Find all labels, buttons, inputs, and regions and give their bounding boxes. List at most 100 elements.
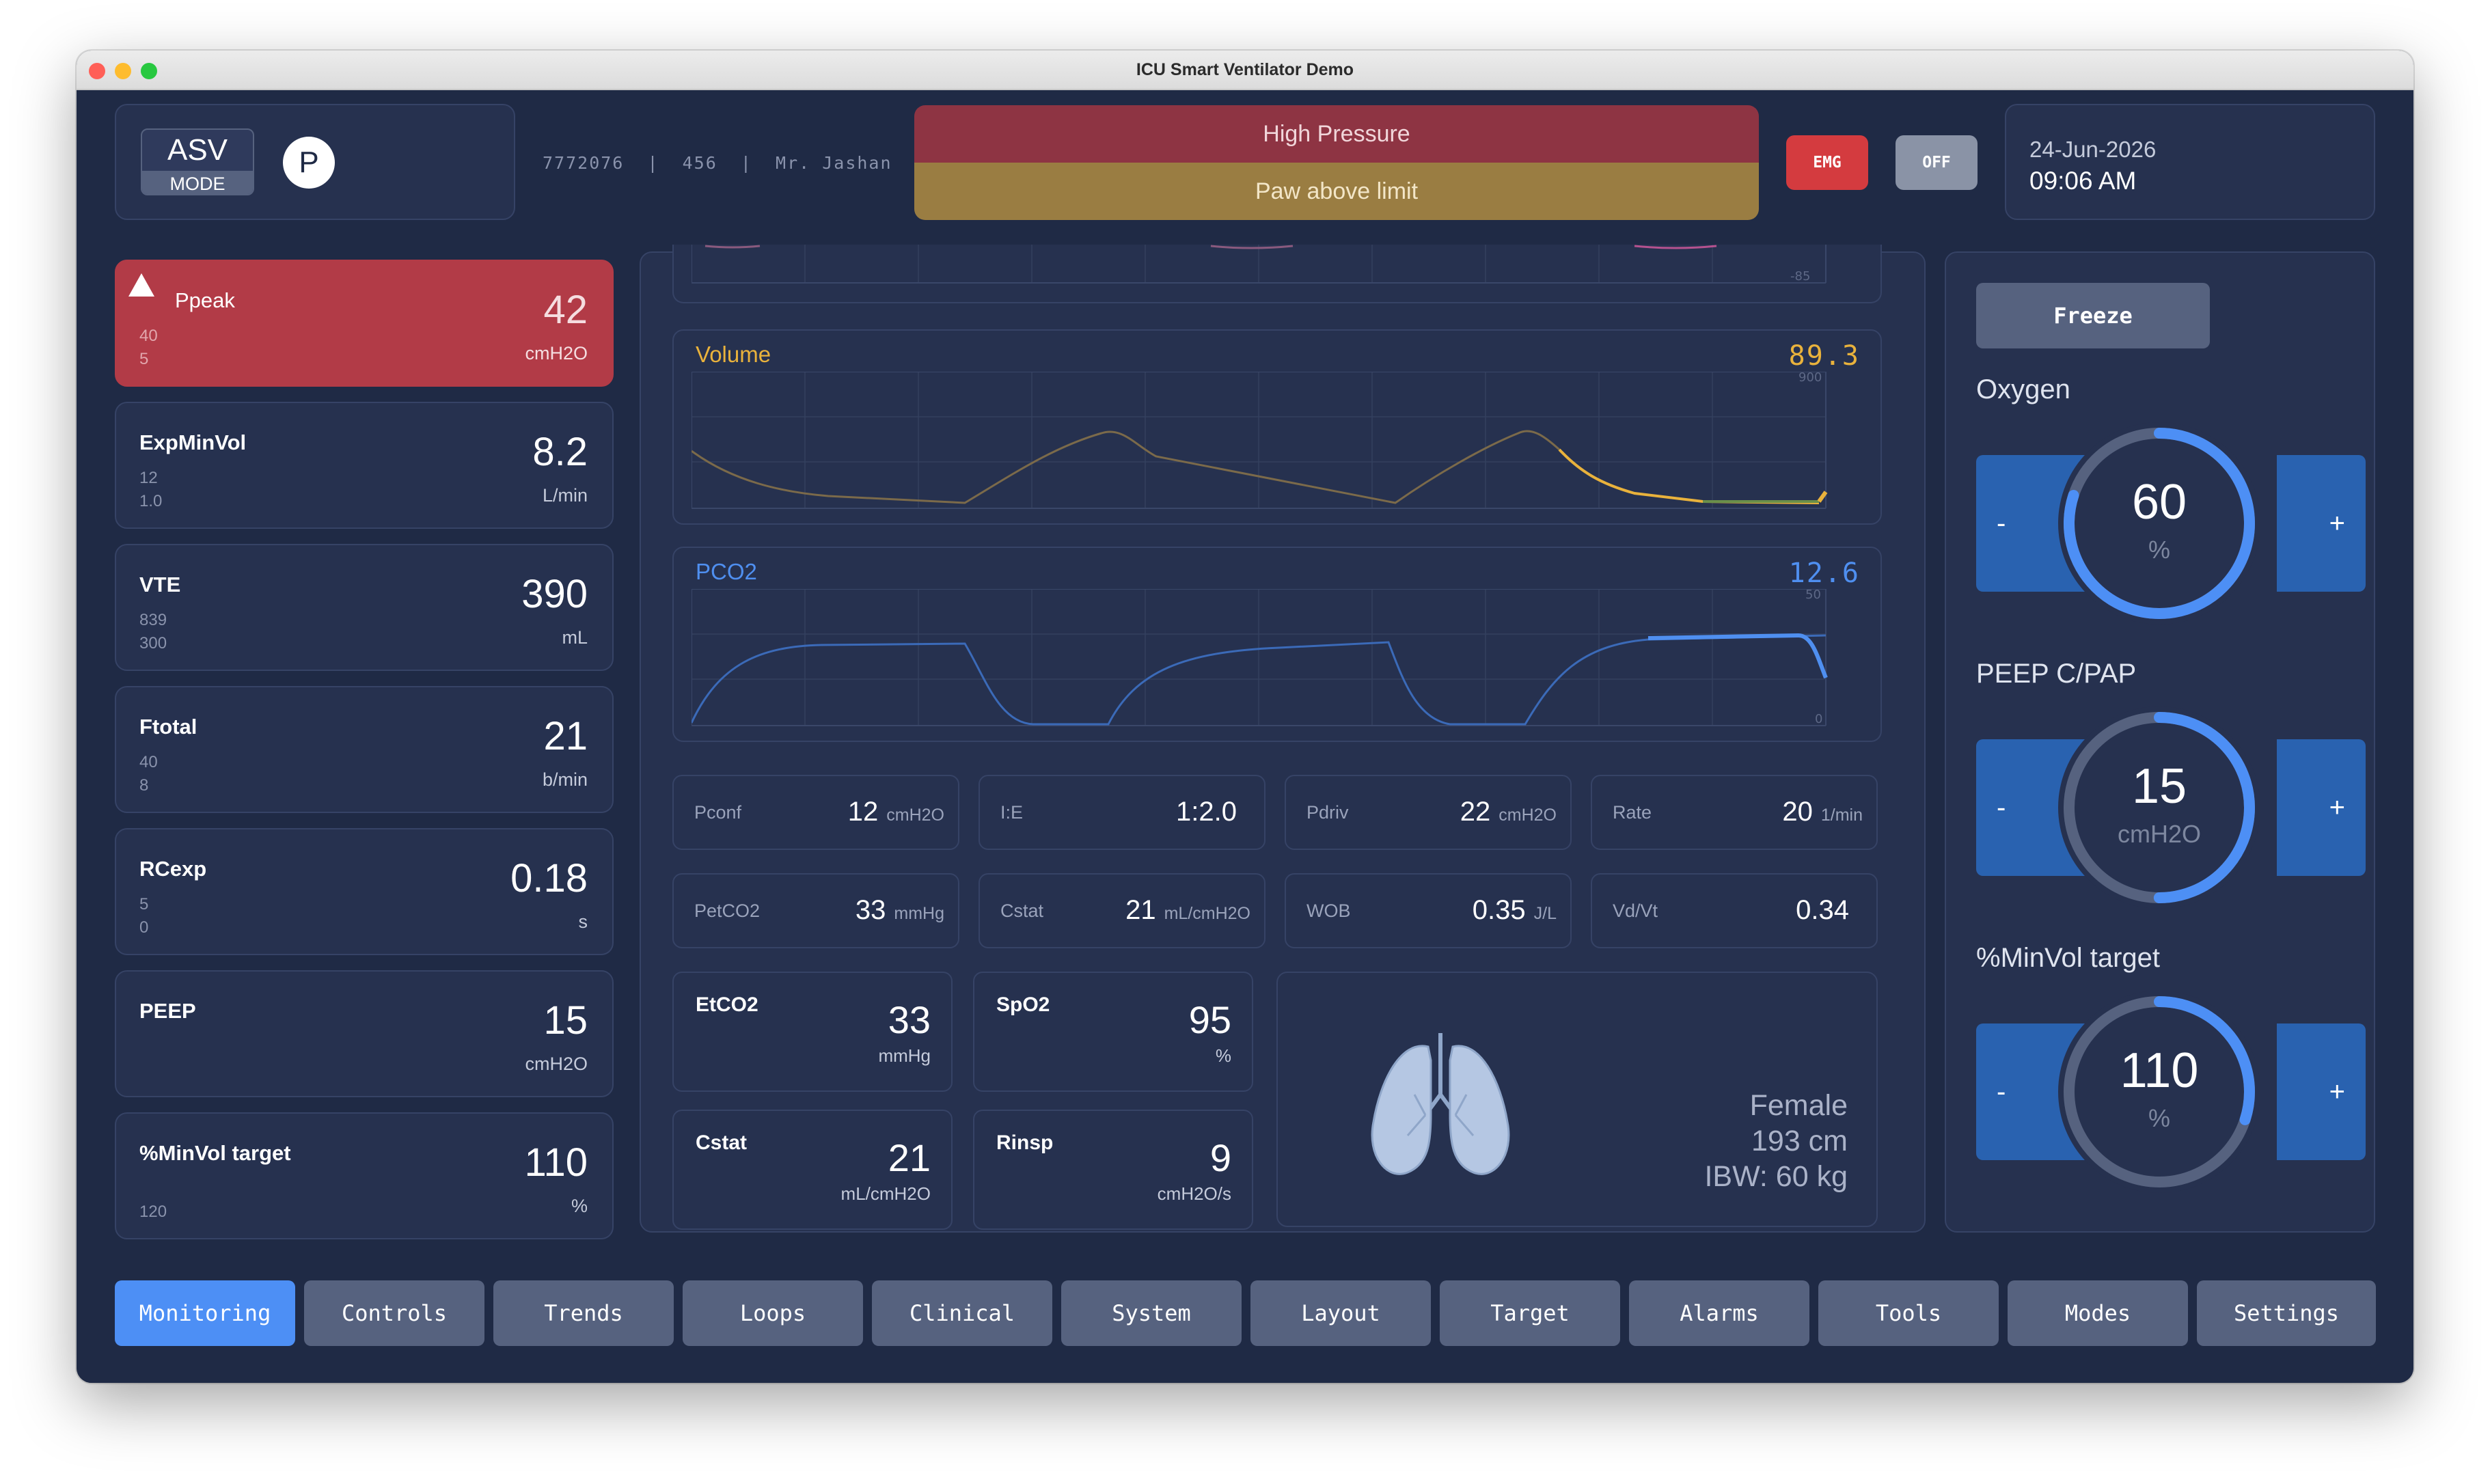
tab-monitoring[interactable]: Monitoring — [115, 1280, 295, 1346]
metric-value: 21 — [1125, 895, 1156, 925]
param-card-vte[interactable]: VTE 839 300 390 mL — [115, 544, 614, 671]
tab-loops[interactable]: Loops — [683, 1280, 863, 1346]
minvol-increase-button[interactable]: + — [2277, 1023, 2366, 1160]
vital-unit: % — [1215, 1045, 1231, 1066]
oxygen-dial[interactable]: 60 % — [2057, 421, 2262, 626]
tab-trends[interactable]: Trends — [493, 1280, 674, 1346]
param-unit: cmH2O — [525, 343, 588, 363]
peep-increase-button[interactable]: + — [2277, 739, 2366, 876]
param-card-ftotal[interactable]: Ftotal 40 8 21 b/min — [115, 686, 614, 813]
mode-button[interactable]: ASV MODE — [141, 128, 254, 195]
emergency-button[interactable]: EMG — [1786, 135, 1868, 190]
param-unit: cmH2O — [525, 1054, 588, 1074]
param-card-rcexp[interactable]: RCexp 5 0 0.18 s — [115, 828, 614, 955]
param-card-minvol-target[interactable]: %MinVol target 120 110 % — [115, 1112, 614, 1239]
oxygen-increase-button[interactable]: + — [2277, 455, 2366, 592]
metric-value: 0.34 — [1796, 895, 1849, 925]
alarm-primary: High Pressure — [914, 105, 1759, 163]
tab-alarms[interactable]: Alarms — [1629, 1280, 1809, 1346]
param-name: Ftotal — [139, 715, 197, 739]
mode-label: MODE — [142, 171, 253, 194]
mode-panel: ASV MODE P — [115, 104, 515, 220]
tab-tools[interactable]: Tools — [1818, 1280, 1999, 1346]
mode-value: ASV — [167, 133, 228, 167]
metric-name: Cstat — [1000, 901, 1044, 921]
vital-spo2[interactable]: SpO2 95 % — [973, 972, 1253, 1092]
param-limit-low: 8 — [139, 776, 149, 795]
param-name: %MinVol target — [139, 1141, 291, 1165]
alarm-secondary: Paw above limit — [914, 163, 1759, 220]
oxygen-unit: % — [2148, 536, 2170, 564]
minvol-value: 110 — [2120, 1043, 2199, 1098]
metric-unit: 1/min — [1820, 806, 1863, 825]
alarm-banner[interactable]: High Pressure Paw above limit — [914, 105, 1759, 220]
tab-controls[interactable]: Controls — [304, 1280, 484, 1346]
tab-settings[interactable]: Settings — [2197, 1280, 2376, 1346]
patient-card: Female 193 cm IBW: 60 kg — [1276, 972, 1878, 1227]
tab-layout[interactable]: Layout — [1250, 1280, 1431, 1346]
volume-axis-max: 900 — [1798, 372, 1822, 385]
metric-value: 22 — [1460, 797, 1491, 827]
patient-type-badge[interactable]: P — [283, 137, 335, 189]
off-button[interactable]: OFF — [1896, 135, 1978, 190]
param-value: 110 — [524, 1140, 588, 1185]
datetime-panel: 24-Jun-2026 09:06 AM — [2005, 104, 2375, 220]
pco2-chart: 50 0 — [692, 589, 1828, 726]
freeze-button[interactable]: Freeze — [1976, 283, 2210, 348]
control-title-oxygen: Oxygen — [1976, 374, 2070, 404]
warning-icon — [128, 273, 154, 297]
vital-etco2[interactable]: EtCO2 33 mmHg — [672, 972, 953, 1092]
vital-unit: mmHg — [878, 1045, 931, 1066]
control-title-peep: PEEP C/PAP — [1976, 659, 2137, 689]
patient-height: 193 cm — [1751, 1125, 1848, 1157]
vital-name: EtCO2 — [696, 993, 758, 1016]
minvol-dial[interactable]: 110 % — [2057, 989, 2262, 1194]
control-title-minvol: %MinVol target — [1976, 943, 2161, 973]
vital-value: 9 — [1209, 1136, 1231, 1179]
metric-pdriv[interactable]: Pdriv 22 cmH2O — [1285, 775, 1572, 850]
tab-clinical[interactable]: Clinical — [872, 1280, 1052, 1346]
metric-value: 1:2.0 — [1176, 797, 1237, 827]
metric-value: 33 — [855, 895, 886, 925]
vital-unit: cmH2O/s — [1157, 1183, 1231, 1204]
pco2-waveform[interactable]: PCO2 12.6 50 0 — [672, 547, 1882, 742]
volume-waveform[interactable]: Volume 89.3 900 — [672, 329, 1882, 525]
pressure-grid: -85 — [692, 245, 1827, 284]
app-window: ICU Smart Ventilator Demo ASV MODE P 777… — [77, 51, 2413, 1383]
window-title: ICU Smart Ventilator Demo — [1136, 60, 1354, 79]
vital-unit: mL/cmH2O — [840, 1183, 931, 1204]
param-limit-low: 1.0 — [139, 492, 163, 510]
pco2-axis-min: 0 — [1815, 712, 1822, 726]
metric-petco2[interactable]: PetCO2 33 mmHg — [672, 873, 959, 948]
metric-cstat[interactable]: Cstat 21 mL/cmH2O — [979, 873, 1265, 948]
metric-wob[interactable]: WOB 0.35 J/L — [1285, 873, 1572, 948]
tab-modes[interactable]: Modes — [2008, 1280, 2188, 1346]
peep-unit: cmH2O — [2117, 820, 2201, 848]
title-bar: ICU Smart Ventilator Demo — [77, 51, 2413, 90]
param-card-peep[interactable]: PEEP 15 cmH2O — [115, 970, 614, 1097]
param-limit-high: 12 — [139, 469, 158, 487]
param-value: 390 — [521, 572, 588, 616]
param-unit: b/min — [542, 769, 588, 790]
param-limit-low: 0 — [139, 918, 149, 937]
tab-target[interactable]: Target — [1440, 1280, 1620, 1346]
metric-unit: cmH2O — [886, 806, 944, 825]
peep-dial[interactable]: 15 cmH2O — [2057, 705, 2262, 910]
pressure-waveform[interactable]: -85 — [672, 245, 1882, 303]
metric-name: Pconf — [694, 802, 742, 823]
waveform-panel: -85 Volume 89.3 900 PCO2 12.6 50 0 Pconf… — [640, 245, 1926, 1233]
param-limit-low: 5 — [139, 350, 149, 368]
param-card-ppeak[interactable]: Ppeak 40 5 42 cmH2O — [115, 260, 614, 387]
metric-vdvt[interactable]: Vd/Vt 0.34 — [1591, 873, 1878, 948]
param-card-expminvol[interactable]: ExpMinVol 12 1.0 8.2 L/min — [115, 402, 614, 529]
metric-ie[interactable]: I:E 1:2.0 — [979, 775, 1265, 850]
param-name: ExpMinVol — [139, 430, 247, 454]
pco2-value: 12.6 — [1788, 558, 1860, 589]
metric-rate[interactable]: Rate 20 1/min — [1591, 775, 1878, 850]
param-name: Ppeak — [175, 288, 235, 312]
vital-cstat[interactable]: Cstat 21 mL/cmH2O — [672, 1110, 953, 1230]
tab-system[interactable]: System — [1061, 1280, 1242, 1346]
vital-rinsp[interactable]: Rinsp 9 cmH2O/s — [973, 1110, 1253, 1230]
metric-name: Rate — [1613, 802, 1652, 823]
metric-pconf[interactable]: Pconf 12 cmH2O — [672, 775, 959, 850]
